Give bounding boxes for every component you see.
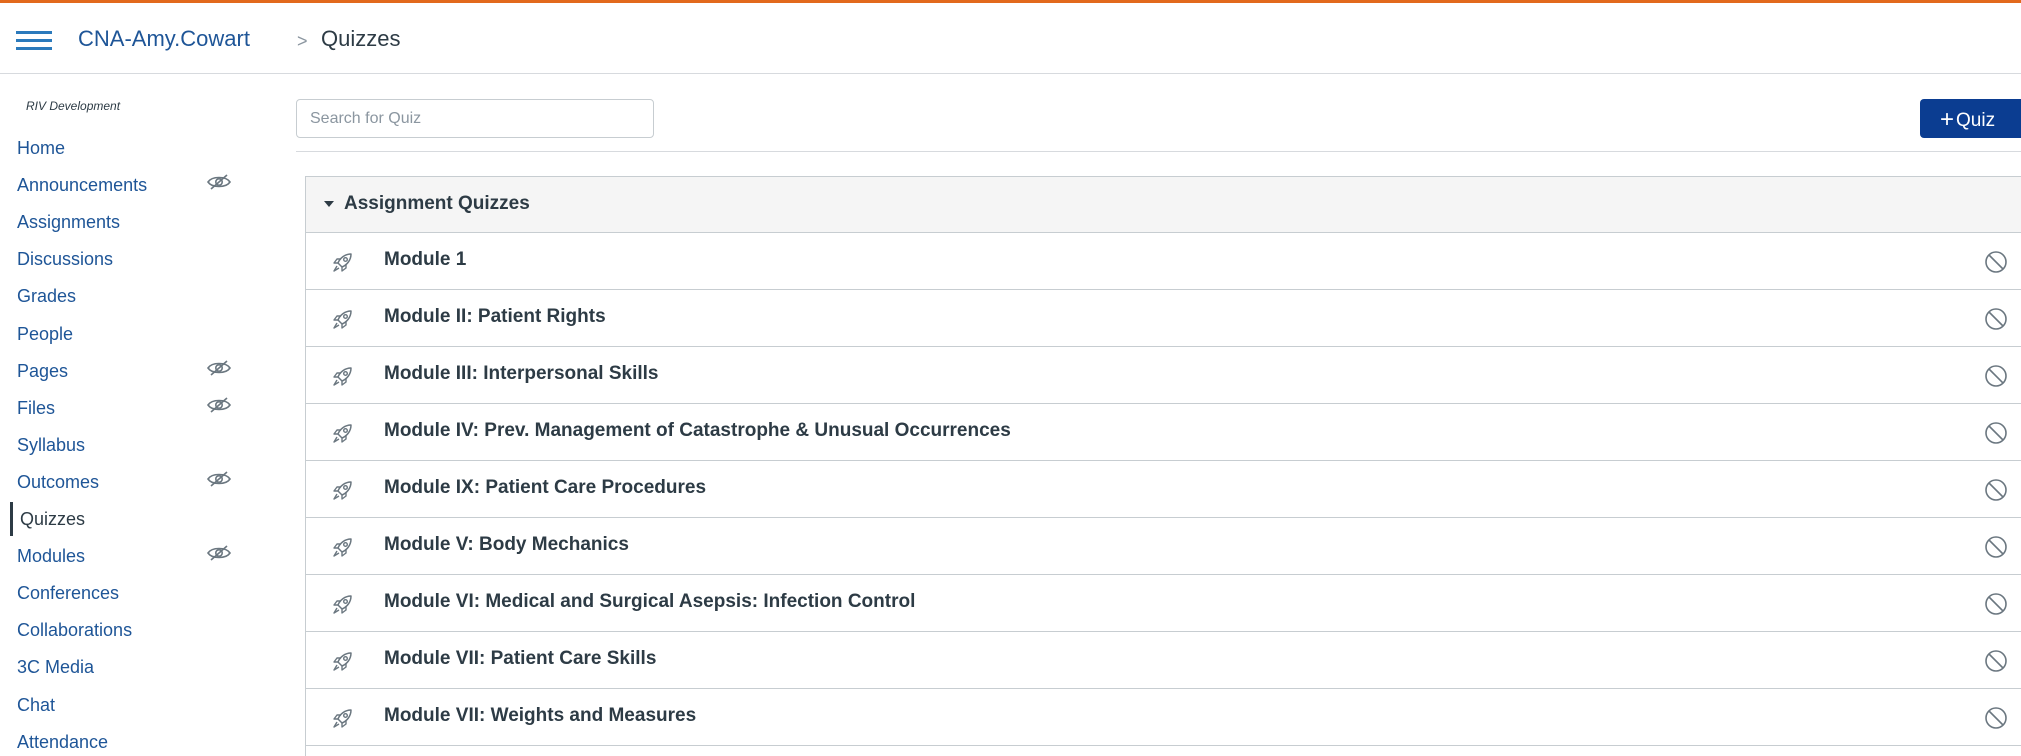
sidebar-item-label: 3C Media xyxy=(17,657,95,678)
sidebar-item-label: Grades xyxy=(17,286,77,307)
quiz-title-link[interactable]: Module VI: Medical and Surgical Asepsis:… xyxy=(384,591,915,613)
unpublished-icon[interactable] xyxy=(1984,364,2008,388)
quiz-row[interactable]: Module VII: Weights and Measures xyxy=(306,689,2021,746)
sidebar-item-3c-media[interactable]: 3C Media xyxy=(10,650,240,684)
search-quiz-input[interactable] xyxy=(296,99,654,138)
quiz-title-link[interactable]: Module IX: Patient Care Procedures xyxy=(384,477,706,499)
sidebar-item-grades[interactable]: Grades xyxy=(10,279,240,313)
group-header-toggle[interactable]: Assignment Quizzes xyxy=(306,176,2021,233)
sidebar-item-label: Quizzes xyxy=(20,509,86,529)
quiz-title-link[interactable]: Module V: Body Mechanics xyxy=(384,534,629,556)
quiz-row[interactable]: Module 1 xyxy=(306,233,2021,290)
sidebar-item-label: Conferences xyxy=(17,583,120,604)
breadcrumb-current-page: Quizzes xyxy=(321,26,401,51)
quiz-rocket-icon xyxy=(331,307,355,331)
breadcrumb-separator: > xyxy=(297,31,308,51)
hidden-eye-icon xyxy=(206,544,232,562)
sidebar-item-attendance[interactable]: Attendance xyxy=(10,725,240,756)
plus-icon: + xyxy=(1940,106,1955,133)
assignment-quizzes-group: Assignment Quizzes Module 1 Module II: Pa… xyxy=(305,176,2021,756)
quiz-title-link[interactable]: Module 1 xyxy=(384,249,466,271)
hidden-eye-icon xyxy=(206,470,232,488)
quiz-title-link[interactable]: Module VII: Weights and Measures xyxy=(384,705,696,727)
quiz-row[interactable]: Module II: Patient Rights xyxy=(306,290,2021,347)
unpublished-icon[interactable] xyxy=(1984,250,2008,274)
toolbar-divider xyxy=(296,151,2021,152)
hamburger-menu-icon[interactable] xyxy=(16,31,52,51)
sidebar-item-label: Pages xyxy=(17,360,69,381)
hidden-eye-icon xyxy=(206,359,232,377)
unpublished-icon[interactable] xyxy=(1984,535,2008,559)
quiz-row[interactable]: Module III: Interpersonal Skills xyxy=(306,347,2021,404)
course-navigation: RIV Development Home Announcements Assignm… xyxy=(0,75,290,756)
quiz-title-link[interactable]: Module II: Patient Rights xyxy=(384,306,606,328)
sidebar-item-syllabus[interactable]: Syllabus xyxy=(10,428,240,462)
quiz-rocket-icon xyxy=(331,649,355,673)
sidebar-item-label: Files xyxy=(17,397,56,418)
sidebar-item-label: Home xyxy=(17,138,66,158)
sidebar-item-quizzes[interactable]: Quizzes xyxy=(10,502,240,536)
sidebar-item-announcements[interactable]: Announcements xyxy=(10,168,240,202)
sidebar-item-label: Syllabus xyxy=(17,434,86,455)
quiz-title-link[interactable]: Module VII: Patient Care Skills xyxy=(384,648,656,670)
sidebar-item-discussions[interactable]: Discussions xyxy=(10,242,240,276)
quiz-row[interactable]: Module V: Body Mechanics xyxy=(306,518,2021,575)
hidden-eye-icon xyxy=(206,396,232,414)
quiz-rocket-icon xyxy=(331,592,355,616)
breadcrumb-course-link[interactable]: CNA-Amy.Cowart xyxy=(78,24,250,54)
sidebar-item-assignments[interactable]: Assignments xyxy=(10,205,240,239)
quiz-rocket-icon xyxy=(331,478,355,502)
quiz-row[interactable]: Module VI: Medical and Surgical Asepsis:… xyxy=(306,575,2021,632)
quiz-title-link[interactable]: Module IV: Prev. Management of Catastrop… xyxy=(384,420,1011,442)
quiz-rocket-icon xyxy=(331,421,355,445)
quiz-rocket-icon xyxy=(331,706,355,730)
sidebar-item-label: Announcements xyxy=(17,175,148,196)
quiz-rocket-icon xyxy=(331,364,355,388)
caret-down-icon xyxy=(324,201,334,207)
quiz-row[interactable]: Module IV: Prev. Management of Catastrop… xyxy=(306,404,2021,461)
sidebar-item-outcomes[interactable]: Outcomes xyxy=(10,465,240,499)
unpublished-icon[interactable] xyxy=(1984,307,2008,331)
sidebar-item-label: Outcomes xyxy=(17,471,100,492)
quiz-rocket-icon xyxy=(331,535,355,559)
sidebar-item-label: People xyxy=(17,323,74,344)
hidden-eye-icon xyxy=(206,173,232,191)
unpublished-icon[interactable] xyxy=(1984,706,2008,730)
sidebar-item-label: Collaborations xyxy=(17,620,133,641)
sidebar-item-pages[interactable]: Pages xyxy=(10,354,240,388)
page-header: CNA-Amy.Cowart > Quizzes xyxy=(0,3,2021,74)
unpublished-icon[interactable] xyxy=(1984,421,2008,445)
sidebar-item-people[interactable]: People xyxy=(10,317,240,351)
add-quiz-button[interactable]: + Quiz xyxy=(1920,99,2021,138)
sidebar-item-label: Discussions xyxy=(17,249,114,270)
course-term: RIV Development xyxy=(26,99,121,113)
sidebar-item-files[interactable]: Files xyxy=(10,391,240,425)
sidebar-item-modules[interactable]: Modules xyxy=(10,539,240,573)
sidebar-item-collaborations[interactable]: Collaborations xyxy=(10,613,240,647)
quiz-title-link[interactable]: Module III: Interpersonal Skills xyxy=(384,363,659,385)
unpublished-icon[interactable] xyxy=(1984,478,2008,502)
quiz-row[interactable]: Module IX: Patient Care Procedures xyxy=(306,461,2021,518)
sidebar-item-label: Assignments xyxy=(17,212,121,233)
sidebar-item-label: Modules xyxy=(17,546,86,567)
sidebar-item-conferences[interactable]: Conferences xyxy=(10,576,240,610)
sidebar-item-label: Chat xyxy=(17,694,56,715)
quiz-rocket-icon xyxy=(331,250,355,274)
sidebar-item-label: Attendance xyxy=(17,731,109,752)
group-title: Assignment Quizzes xyxy=(344,193,530,214)
add-quiz-label: Quiz xyxy=(1956,110,1996,131)
unpublished-icon[interactable] xyxy=(1984,649,2008,673)
sidebar-item-chat[interactable]: Chat xyxy=(10,688,240,722)
quiz-row[interactable]: Module VII: Patient Care Skills xyxy=(306,632,2021,689)
unpublished-icon[interactable] xyxy=(1984,592,2008,616)
sidebar-item-home[interactable]: Home xyxy=(10,131,240,165)
